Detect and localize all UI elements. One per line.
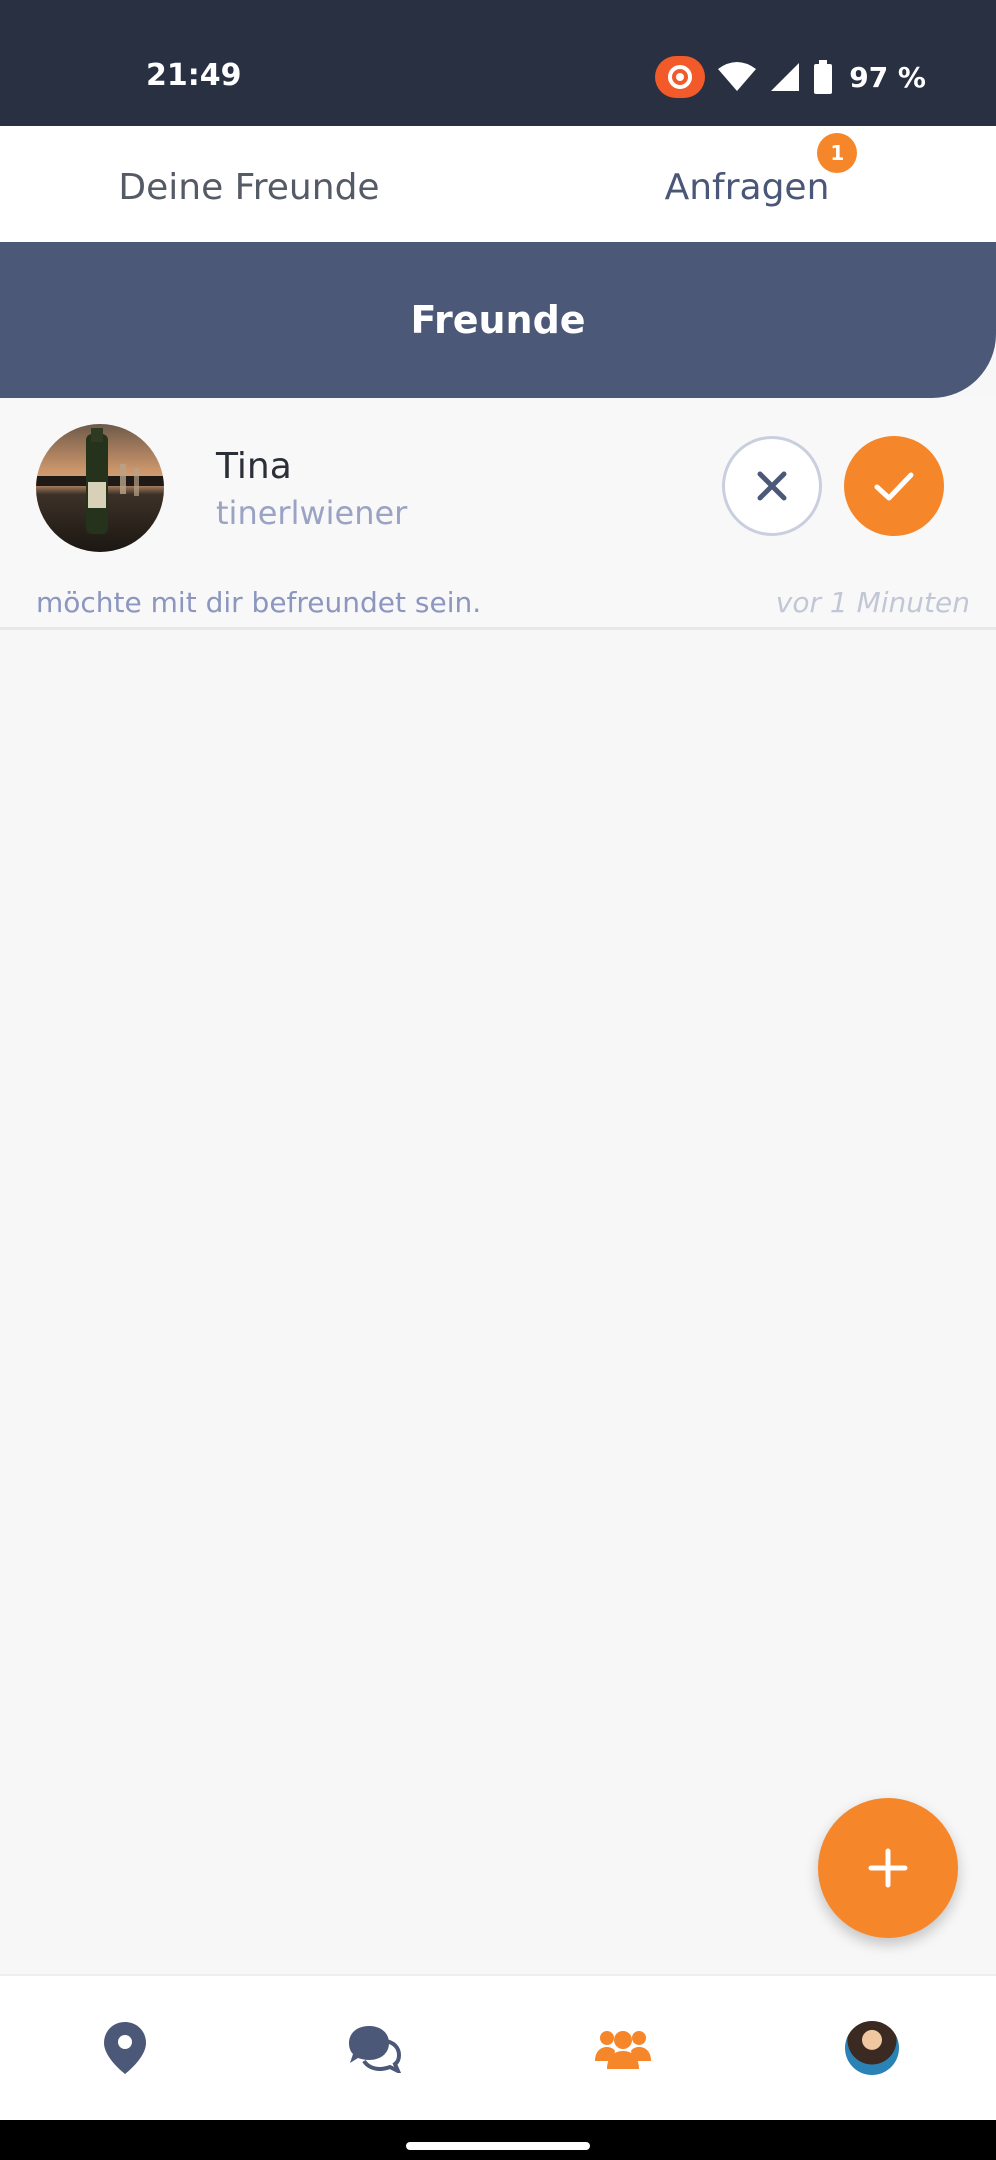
active-tab-indicator — [498, 242, 996, 248]
nav-profile[interactable] — [812, 1988, 932, 2108]
tab-requests[interactable]: Anfragen 1 — [498, 126, 996, 248]
accept-request-button[interactable] — [844, 436, 944, 536]
screen-record-icon — [655, 56, 706, 98]
requests-count-badge: 1 — [817, 132, 858, 173]
request-timestamp: vor 1 Minuten — [775, 586, 970, 619]
chat-icon — [348, 2026, 401, 2073]
nav-map[interactable] — [65, 1988, 185, 2108]
tab-friends-label: Deine Freunde — [118, 166, 380, 208]
tab-friends[interactable]: Deine Freunde — [0, 126, 498, 248]
request-message: möchte mit dir befreundet sein. — [36, 586, 482, 619]
avatar[interactable] — [36, 424, 164, 552]
check-icon — [874, 472, 914, 501]
battery-percent: 97 % — [849, 60, 926, 94]
tab-requests-label: Anfragen — [664, 166, 830, 208]
section-title: Freunde — [410, 298, 586, 342]
request-user-handle: tinerlwiener — [216, 494, 408, 532]
decline-request-button[interactable] — [722, 436, 822, 536]
tab-bar: Deine Freunde Anfragen 1 — [0, 126, 996, 248]
close-icon — [757, 471, 787, 501]
status-icons: 97 % — [655, 56, 926, 98]
friend-request-item[interactable]: Tina tinerlwiener möchte mit dir befreun… — [0, 398, 996, 630]
profile-avatar — [844, 2021, 899, 2075]
home-indicator[interactable] — [406, 2142, 590, 2150]
avatar-photo — [36, 428, 164, 534]
add-friend-button[interactable] — [818, 1798, 958, 1938]
plus-icon — [868, 1848, 908, 1888]
status-bar: 21:49 97 % — [0, 0, 996, 126]
battery-icon — [814, 60, 833, 94]
bottom-nav — [0, 1974, 996, 2120]
signal-icon — [771, 63, 800, 91]
map-pin-icon — [103, 2022, 146, 2074]
wifi-icon — [718, 62, 757, 91]
nav-chats[interactable] — [314, 1988, 434, 2108]
request-user-name: Tina — [216, 446, 292, 487]
status-time: 21:49 — [146, 58, 242, 93]
nav-friends[interactable] — [563, 1988, 683, 2108]
system-nav-bar — [0, 2120, 996, 2160]
section-header: Freunde — [0, 242, 996, 398]
friends-icon — [594, 2031, 651, 2069]
